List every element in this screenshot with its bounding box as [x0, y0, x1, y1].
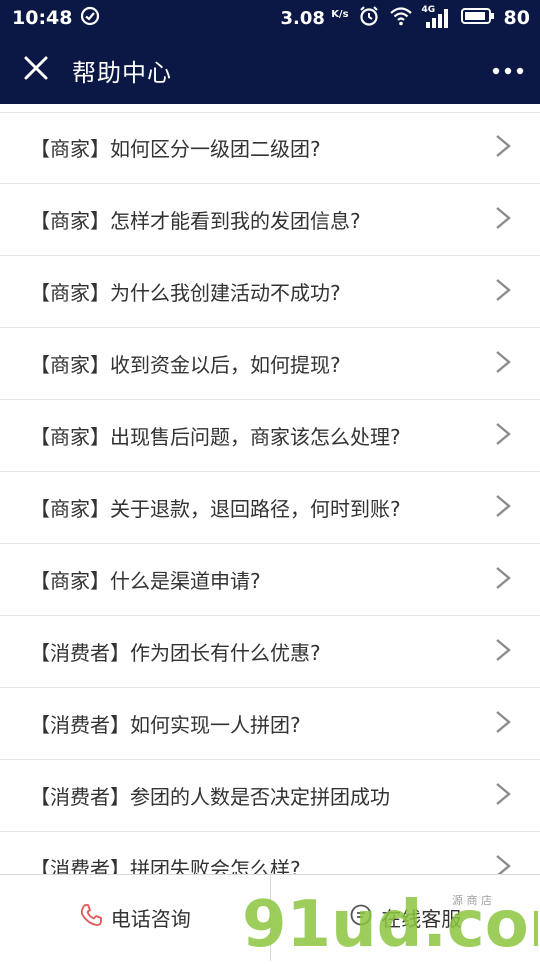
chevron-right-icon — [494, 565, 512, 595]
faq-item[interactable]: 【商家】出现售后问题，商家该怎么处理? — [0, 400, 540, 472]
online-service-label: 在线客服 — [381, 903, 461, 932]
faq-item[interactable]: 【消费者】拼团失败会怎么样? — [0, 832, 540, 874]
faq-item-label: 【商家】收到资金以后，如何提现? — [30, 349, 494, 378]
chevron-right-icon — [494, 349, 512, 379]
chat-icon — [349, 903, 373, 932]
phone-consult-label: 电话咨询 — [111, 903, 191, 932]
faq-item[interactable]: 【商家】什么是渠道申请? — [0, 544, 540, 616]
faq-item-label: 【消费者】如何实现一人拼团? — [30, 709, 494, 738]
faq-item-label: 【商家】为什么我创建活动不成功? — [30, 277, 494, 306]
more-dots-icon — [492, 61, 524, 80]
chevron-right-icon — [494, 709, 512, 739]
chevron-right-icon — [494, 133, 512, 163]
alarm-icon — [358, 5, 380, 32]
faq-item[interactable]: 【商家】为什么我创建活动不成功? — [0, 256, 540, 328]
title-bar: 帮助中心 — [0, 36, 540, 104]
faq-item[interactable]: 【商家】收到资金以后，如何提现? — [0, 328, 540, 400]
faq-item[interactable]: 【消费者】作为团长有什么优惠? — [0, 616, 540, 688]
faq-item-label: 【消费者】拼团失败会怎么样? — [30, 853, 494, 874]
faq-item-label: 【商家】什么是渠道申请? — [30, 565, 494, 594]
chevron-right-icon — [494, 205, 512, 235]
chevron-right-icon — [494, 421, 512, 451]
page-title: 帮助中心 — [72, 53, 172, 88]
faq-item-label: 【消费者】作为团长有什么优惠? — [30, 637, 494, 666]
faq-item-label: 【商家】如何区分一级团二级团? — [30, 133, 494, 162]
network-speed: 3.08 K/s — [280, 8, 348, 29]
phone-icon — [79, 903, 103, 932]
faq-item-label: 【商家】怎样才能看到我的发团信息? — [30, 205, 494, 234]
chevron-right-icon — [494, 637, 512, 667]
wifi-icon — [389, 6, 413, 31]
faq-item-label: 【商家】出现售后问题，商家该怎么处理? — [30, 421, 494, 450]
more-button[interactable] — [476, 36, 540, 104]
faq-item[interactable]: 【商家】关于退款，退回路径，何时到账? — [0, 472, 540, 544]
faq-item-label: 【消费者】参团的人数是否决定拼团成功 — [30, 781, 494, 810]
faq-item[interactable]: 【消费者】如何实现一人拼团? — [0, 688, 540, 760]
faq-item-label: 【商家】关于退款，退回路径，何时到账? — [30, 493, 494, 522]
faq-item[interactable]: 【商家】怎样才能看到我的发团信息? — [0, 184, 540, 256]
faq-item[interactable]: 【消费者】参团的人数是否决定拼团成功 — [0, 760, 540, 832]
chevron-right-icon — [494, 493, 512, 523]
close-button[interactable] — [0, 36, 72, 104]
close-icon — [23, 55, 49, 85]
chevron-right-icon — [494, 277, 512, 307]
faq-item[interactable]: 【商家】如何区分一级团二级团? — [0, 112, 540, 184]
phone-consult-button[interactable]: 电话咨询 — [0, 875, 270, 960]
chevron-right-icon — [494, 781, 512, 811]
status-time: 10:48 — [12, 7, 72, 29]
battery-level: 80 — [504, 7, 530, 29]
faq-list[interactable]: 【商家】如何区分一级团二级团? 【商家】怎样才能看到我的发团信息? 【商家】为什… — [0, 112, 540, 874]
status-bar: 10:48 3.08 K/s 4G 80 — [0, 0, 540, 36]
battery-icon — [461, 7, 495, 30]
bottom-action-bar: 电话咨询 在线客服 — [0, 874, 540, 960]
check-circle-icon — [80, 6, 100, 31]
chevron-right-icon — [494, 853, 512, 875]
online-service-button[interactable]: 在线客服 — [271, 875, 540, 960]
signal-icon: 4G — [422, 7, 452, 29]
